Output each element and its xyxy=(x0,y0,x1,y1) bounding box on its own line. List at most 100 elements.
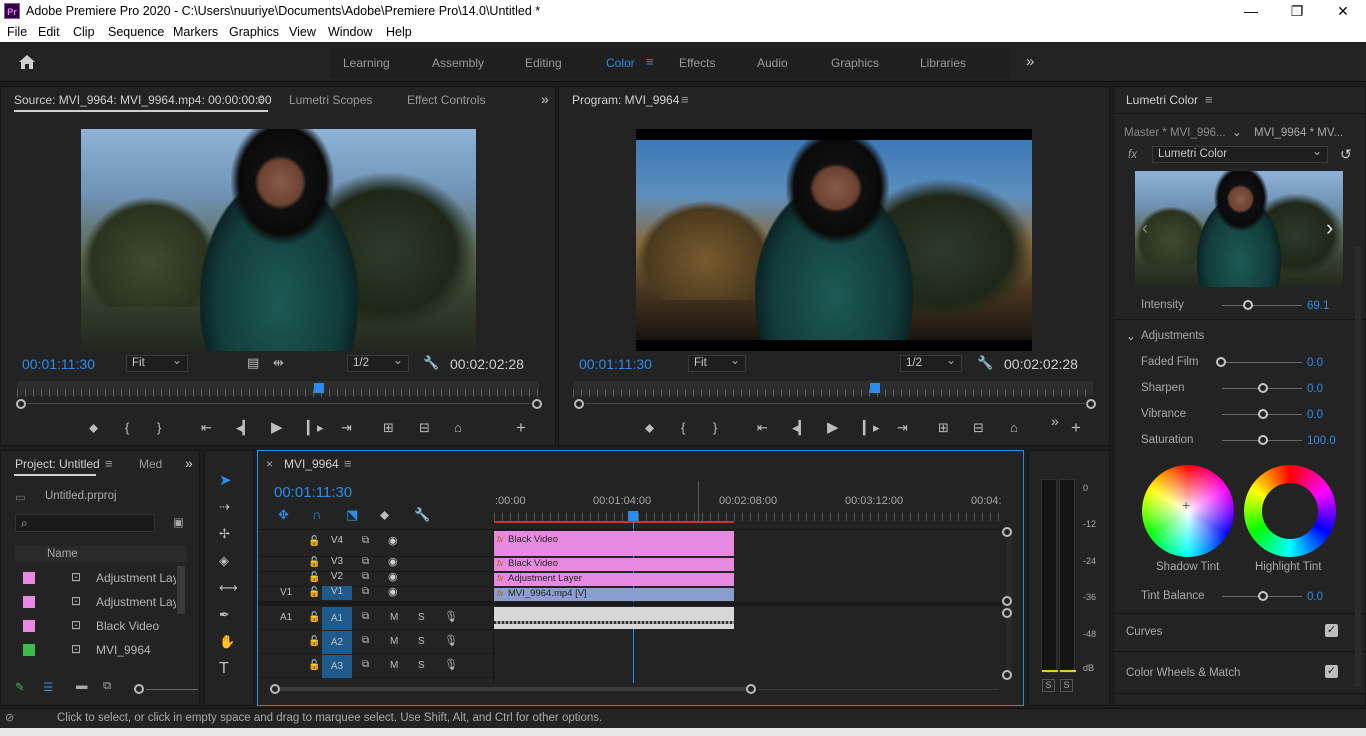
faded-film-slider[interactable] xyxy=(1216,357,1226,367)
program-step-forward-icon[interactable]: ▎▸ xyxy=(863,420,880,436)
menu-markers[interactable]: Markers xyxy=(173,25,218,39)
program-fit-dropdown[interactable]: Fit xyxy=(688,353,746,372)
button-editor-icon[interactable]: + xyxy=(516,419,526,436)
project-panel-menu-icon[interactable]: ≡ xyxy=(105,456,113,471)
add-marker-icon[interactable]: ⬥ xyxy=(89,420,98,436)
solo-button[interactable]: S xyxy=(418,660,425,671)
home-icon[interactable] xyxy=(18,54,36,70)
slip-tool-icon[interactable]: ⟷ xyxy=(219,580,238,596)
source-patch[interactable]: V1 xyxy=(280,587,292,598)
track-target[interactable]: V2 xyxy=(322,571,352,585)
icon-view-icon[interactable]: ▬ xyxy=(76,680,88,692)
workspace-color[interactable]: Color xyxy=(606,56,635,70)
solo-button[interactable]: S xyxy=(418,612,425,623)
clip-v1-mvi[interactable]: MVI_9964.mp4 [V] xyxy=(494,588,734,601)
solo-right-button[interactable]: S xyxy=(1060,679,1073,692)
menu-file[interactable]: File xyxy=(7,25,27,39)
solo-left-button[interactable]: S xyxy=(1042,679,1055,692)
column-name[interactable]: Name xyxy=(47,548,78,560)
eye-icon[interactable]: ◉ xyxy=(388,534,398,547)
source-video-frame[interactable] xyxy=(81,129,476,351)
lock-icon[interactable]: 🔓 xyxy=(308,536,320,547)
video-track-header[interactable]: 🔓 V2 ⧉ ◉ xyxy=(258,570,494,587)
audio-track-header[interactable]: 🔓 A3 ⧉ M S 🎙 xyxy=(258,655,494,678)
lift-icon[interactable]: ⊞ xyxy=(938,420,949,436)
timeline-add-marker-icon[interactable]: ⬥ xyxy=(380,507,389,523)
go-to-in-icon[interactable]: ⇤ xyxy=(201,420,212,436)
microphone-icon[interactable]: 🎙 xyxy=(444,634,458,647)
sync-lock-icon[interactable]: ⧉ xyxy=(362,556,369,567)
eye-icon[interactable]: ◉ xyxy=(388,570,398,583)
menu-edit[interactable]: Edit xyxy=(38,25,60,39)
lock-icon[interactable]: 🔓 xyxy=(308,557,320,568)
menu-window[interactable]: Window xyxy=(328,25,372,39)
mute-button[interactable]: M xyxy=(390,612,398,623)
v-scroll-audio-handle[interactable] xyxy=(1002,608,1012,618)
v-scroll-mid-handle[interactable] xyxy=(1002,596,1012,606)
audio-track-target[interactable]: A2 xyxy=(322,631,352,654)
reset-icon[interactable]: ↺ xyxy=(1340,146,1352,163)
saturation-slider[interactable] xyxy=(1258,435,1268,445)
shadow-tint-wheel[interactable]: + xyxy=(1142,465,1234,557)
timeline-timecode[interactable]: 00:01:11:30 xyxy=(274,484,352,501)
program-zoom-start-handle[interactable] xyxy=(574,399,584,409)
tab-lumetri-color[interactable]: Lumetri Color xyxy=(1126,93,1198,107)
lumetri-preview-thumbnail[interactable] xyxy=(1135,171,1343,287)
track-select-tool-icon[interactable]: ⇢ xyxy=(219,499,230,515)
h-scroll-end-handle[interactable] xyxy=(746,684,756,694)
zoom-slider-knob[interactable] xyxy=(134,684,144,694)
ripple-edit-tool-icon[interactable]: ✢ xyxy=(219,526,230,542)
new-bin-icon[interactable]: ▣ xyxy=(173,515,184,529)
program-export-frame-icon[interactable]: ⌂ xyxy=(1010,420,1018,436)
tint-balance-slider[interactable] xyxy=(1258,591,1268,601)
source-timecode[interactable]: 00:01:11:30 xyxy=(22,356,95,372)
menu-sequence[interactable]: Sequence xyxy=(108,25,164,39)
menu-help[interactable]: Help xyxy=(386,25,412,39)
source-settings-icon[interactable]: ▤ xyxy=(247,355,259,371)
workspace-menu-icon[interactable]: ≡ xyxy=(646,54,654,69)
program-zoom-end-handle[interactable] xyxy=(1086,399,1096,409)
lumetri-master-clip[interactable]: Master * MVI_996... xyxy=(1124,127,1226,139)
timeline-settings-icon[interactable]: 🔧 xyxy=(414,507,430,523)
workspace-learning[interactable]: Learning xyxy=(343,56,390,70)
program-wrench-icon[interactable]: 🔧 xyxy=(977,355,993,371)
track-target[interactable]: V3 xyxy=(322,556,352,570)
track-target[interactable]: V4 xyxy=(322,535,352,549)
program-play-icon[interactable]: ▶ xyxy=(827,420,839,436)
freeform-view-icon[interactable]: ⧉ xyxy=(103,680,111,693)
lumetri-scrollbar[interactable] xyxy=(1355,247,1361,687)
clip-a1-audio[interactable] xyxy=(494,607,734,629)
workspace-editing[interactable]: Editing xyxy=(525,56,562,70)
list-view-pencil-icon[interactable]: ✎ xyxy=(15,680,25,694)
timeline-ruler[interactable] xyxy=(494,513,999,521)
mute-button[interactable]: M xyxy=(390,660,398,671)
lock-icon[interactable]: 🔓 xyxy=(308,572,320,583)
go-to-out-icon[interactable]: ⇥ xyxy=(341,420,352,436)
program-mark-in-icon[interactable]: { xyxy=(681,420,685,436)
tab-lumetri-scopes[interactable]: Lumetri Scopes xyxy=(289,93,372,107)
sharpen-slider[interactable] xyxy=(1258,383,1268,393)
sync-lock-icon[interactable]: ⧉ xyxy=(362,586,369,597)
close-button[interactable]: ✕ xyxy=(1320,0,1366,22)
program-step-back-icon[interactable]: ◂▎ xyxy=(792,420,809,436)
lock-icon[interactable]: 🔓 xyxy=(308,587,320,598)
eye-icon[interactable]: ◉ xyxy=(388,555,398,568)
program-overflow-icon[interactable]: » xyxy=(1051,413,1059,429)
color-wheels-match-section[interactable]: Color Wheels & Match xyxy=(1126,667,1240,679)
curves-checkbox[interactable]: ✓ xyxy=(1325,624,1338,637)
list-item[interactable]: ⊡ MVI_9964 xyxy=(15,641,175,661)
program-video-frame[interactable] xyxy=(636,140,1032,340)
source-resolution-dropdown[interactable]: 1/2 xyxy=(347,353,409,372)
tab-effect-controls[interactable]: Effect Controls xyxy=(407,93,485,107)
video-track-header[interactable]: 🔓 V3 ⧉ ◉ xyxy=(258,555,494,572)
sync-lock-icon[interactable]: ⧉ xyxy=(362,611,369,622)
intensity-slider[interactable] xyxy=(1243,300,1253,310)
list-item[interactable]: ⊡ Adjustment Layer xyxy=(15,569,176,589)
source-overflow-icon[interactable]: » xyxy=(541,91,549,107)
timeline-panel-menu-icon[interactable]: ≡ xyxy=(344,456,352,471)
program-go-to-in-icon[interactable]: ⇤ xyxy=(757,420,768,436)
menu-view[interactable]: View xyxy=(289,25,316,39)
insert-icon[interactable]: ⊞ xyxy=(383,420,394,436)
list-item[interactable]: ⊡ Adjustment Layer xyxy=(15,593,176,613)
microphone-icon[interactable]: 🎙 xyxy=(444,610,458,623)
